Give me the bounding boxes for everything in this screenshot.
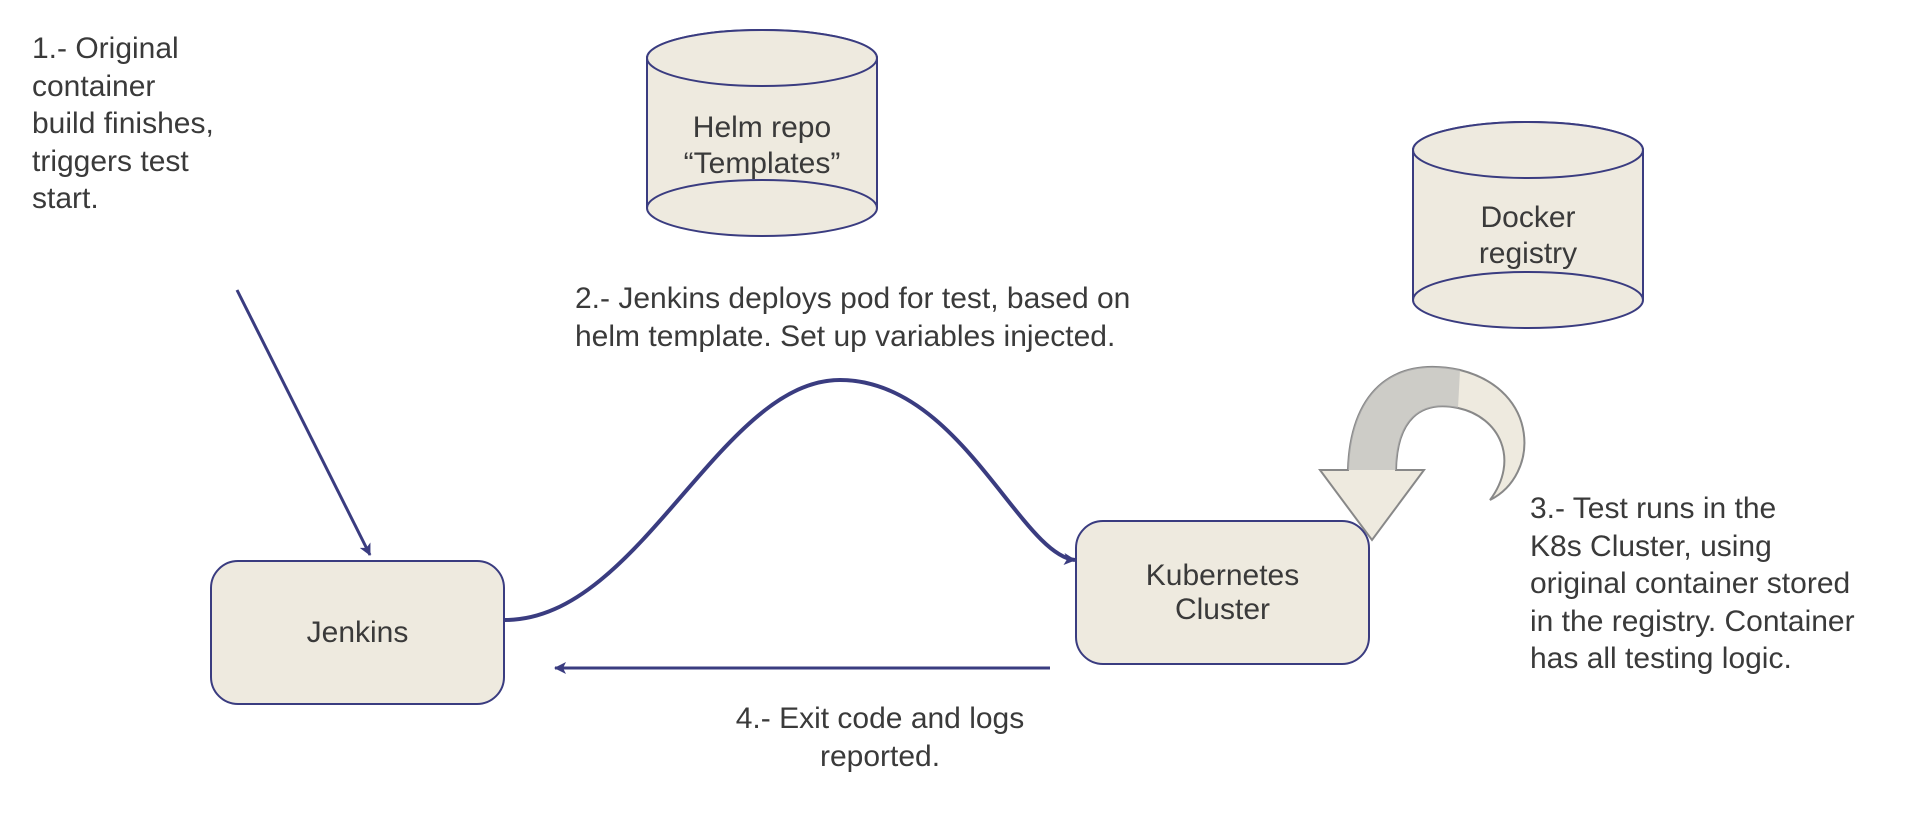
jenkins-node: Jenkins: [210, 560, 505, 705]
step3-text: 3.- Test runs in the K8s Cluster, using …: [1530, 490, 1928, 678]
kubernetes-label: Kubernetes Cluster: [1146, 559, 1299, 627]
arrow-step2: [505, 380, 1075, 620]
step4-text: 4.- Exit code and logs reported.: [680, 700, 1080, 775]
diagram-stage: 1.- Original container build finishes, t…: [0, 0, 1928, 840]
helm-repo-label: Helm repo “Templates”: [647, 110, 877, 182]
step1-text: 1.- Original container build finishes, t…: [32, 30, 292, 218]
step2-text: 2.- Jenkins deploys pod for test, based …: [575, 280, 1275, 355]
arrow-step3: [1320, 367, 1524, 540]
arrow-step1: [237, 290, 370, 555]
kubernetes-node: Kubernetes Cluster: [1075, 520, 1370, 665]
docker-registry-label: Docker registry: [1413, 200, 1643, 272]
jenkins-label: Jenkins: [307, 616, 409, 650]
